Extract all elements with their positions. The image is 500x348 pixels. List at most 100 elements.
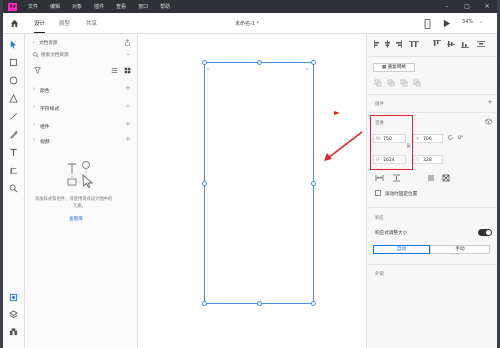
zoom-dropdown-icon[interactable]: ⌄ [479,19,483,25]
align-toolbar-icon[interactable] [373,40,493,48]
resize-handle[interactable] [202,181,207,186]
chevron-right-icon: › [33,137,35,143]
add-video-icon[interactable]: + [125,135,131,143]
empty-state-text-line2: 元素。 [73,204,86,209]
xd-app-window: Xd 文件 编辑 对象 插件 查看 窗口 帮助 – □ ✕ 设计 原型 共享 未… [3,0,497,348]
menu-file[interactable]: 文件 [28,3,38,10]
list-view-icon[interactable] [111,67,118,74]
3d-transform-icon[interactable] [485,118,492,125]
red-annotation-arrow-icon [324,111,363,161]
property-inspector: ▦ 重复网格 组件 + 变换 W 750 X 706 0° H 1624 Y 3… [366,34,497,348]
boolean-ops-icon[interactable] [374,79,424,87]
layers-icon[interactable] [9,310,18,319]
artboard-tool-icon[interactable] [9,166,18,175]
menu-window[interactable]: 窗口 [138,3,148,10]
chevron-right-icon: › [33,104,35,110]
menu-view[interactable]: 查看 [116,3,126,10]
resize-handle[interactable] [202,60,207,65]
mobile-preview-icon[interactable] [424,19,431,29]
resize-handle[interactable] [311,60,316,65]
section-components[interactable]: › 组件 + [25,120,138,132]
rotation-value[interactable]: 0° [458,136,463,141]
polygon-tool-icon[interactable] [9,94,18,103]
home-icon[interactable] [10,19,19,28]
resize-handle[interactable] [311,181,316,186]
plugins-icon[interactable] [9,327,18,336]
tab-prototype[interactable]: 原型 [59,19,70,27]
empty-assets-illustration-icon [67,161,94,189]
manual-button[interactable]: 手动 [430,245,490,254]
divider [367,56,497,57]
maximize-icon[interactable]: □ [457,0,477,13]
select-tool-icon[interactable] [9,40,18,49]
section-video[interactable]: › 视频 + [25,135,138,147]
add-character-style-icon[interactable]: + [125,102,131,110]
menu-object[interactable]: 对象 [72,3,82,10]
ellipse-tool-icon[interactable] [9,76,18,85]
tab-share[interactable]: 共享 [86,19,97,27]
top-toolbar: 设计 原型 共享 未命名-1 * 34% ⌄ [3,13,497,34]
document-assets-icon[interactable] [9,293,18,302]
search-input[interactable]: 搜索文档资源 [32,50,118,59]
pen-tool-icon[interactable] [9,130,18,139]
tool-rail [3,34,25,348]
x-field[interactable]: X 706 [413,134,443,143]
grid-view-icon[interactable] [124,67,131,74]
zoom-level[interactable]: 34% [462,19,473,25]
appearance-section-header: 外观 [375,272,384,277]
minimize-icon[interactable]: – [437,0,457,13]
share-link-icon[interactable] [124,39,131,46]
divider [367,264,497,265]
chevron-right-icon: › [33,86,35,92]
breadcrumb: 文档资源 [39,41,58,46]
corner-marker-icon: ▫ [207,66,210,71]
text-tool-icon[interactable] [9,148,18,157]
line-tool-icon[interactable] [9,112,18,121]
add-component-state-icon[interactable]: + [487,98,493,106]
breadcrumb-back-icon[interactable]: ‹ [33,40,35,46]
resize-handle[interactable] [257,301,262,306]
fix-position-label: 滚动时固定位置 [385,191,418,197]
x-value[interactable]: 706 [423,137,432,142]
section-video-label: 视频 [40,139,50,145]
y-field[interactable]: Y 328 [413,155,443,164]
tab-design[interactable]: 设计 [34,19,46,33]
section-character-styles[interactable]: › 字符样式 + [25,102,138,114]
document-assets-panel: ‹ 文档资源 搜索文档资源 ⌄ › 颜色 + › 字符样式 + › 组件 + ›… [25,34,138,348]
divider [367,94,497,95]
close-icon[interactable]: ✕ [477,0,497,13]
add-color-icon[interactable]: + [125,84,131,92]
chevron-right-icon: › [33,122,35,128]
corner-marker-icon: ▫ [306,66,309,71]
resize-handle[interactable] [311,301,316,306]
empty-state-text-line1: 添加样式和组件，或使用现有设计图中的 [35,197,113,202]
rotation-icon [448,135,453,140]
document-title[interactable]: 未命名-1 * [235,20,259,27]
fix-position-checkbox[interactable] [375,190,381,196]
view-library-link[interactable]: 查看库 [69,216,83,222]
y-value[interactable]: 328 [423,158,432,163]
repeat-grid-button[interactable]: ▦ 重复网格 [373,63,415,72]
responsive-resize-toggle[interactable] [478,229,492,236]
section-character-styles-label: 字符样式 [40,106,60,112]
resize-handle[interactable] [257,60,262,65]
section-components-label: 组件 [40,124,50,130]
red-highlight-box [370,115,413,170]
add-component-icon[interactable]: + [125,120,131,128]
menu-help[interactable]: 帮助 [160,3,170,10]
play-icon[interactable] [442,19,451,28]
design-canvas[interactable]: ▫ ▫ [138,34,366,348]
search-options-icon[interactable]: ⌄ [126,51,130,57]
responsive-resize-label: 响应式调整大小 [375,231,408,236]
resize-handle[interactable] [202,301,207,306]
menu-plugins[interactable]: 插件 [94,3,104,10]
y-label: Y [416,157,419,163]
menu-edit[interactable]: 编辑 [50,3,60,10]
auto-button[interactable]: 自动 [373,245,430,254]
rectangle-tool-icon[interactable] [9,58,18,67]
filter-icon[interactable] [34,67,41,74]
zoom-tool-icon[interactable] [9,184,18,193]
section-colors[interactable]: › 颜色 + [25,84,138,96]
size-fit-icons[interactable] [375,174,455,182]
artboard[interactable]: ▫ ▫ [202,60,316,306]
